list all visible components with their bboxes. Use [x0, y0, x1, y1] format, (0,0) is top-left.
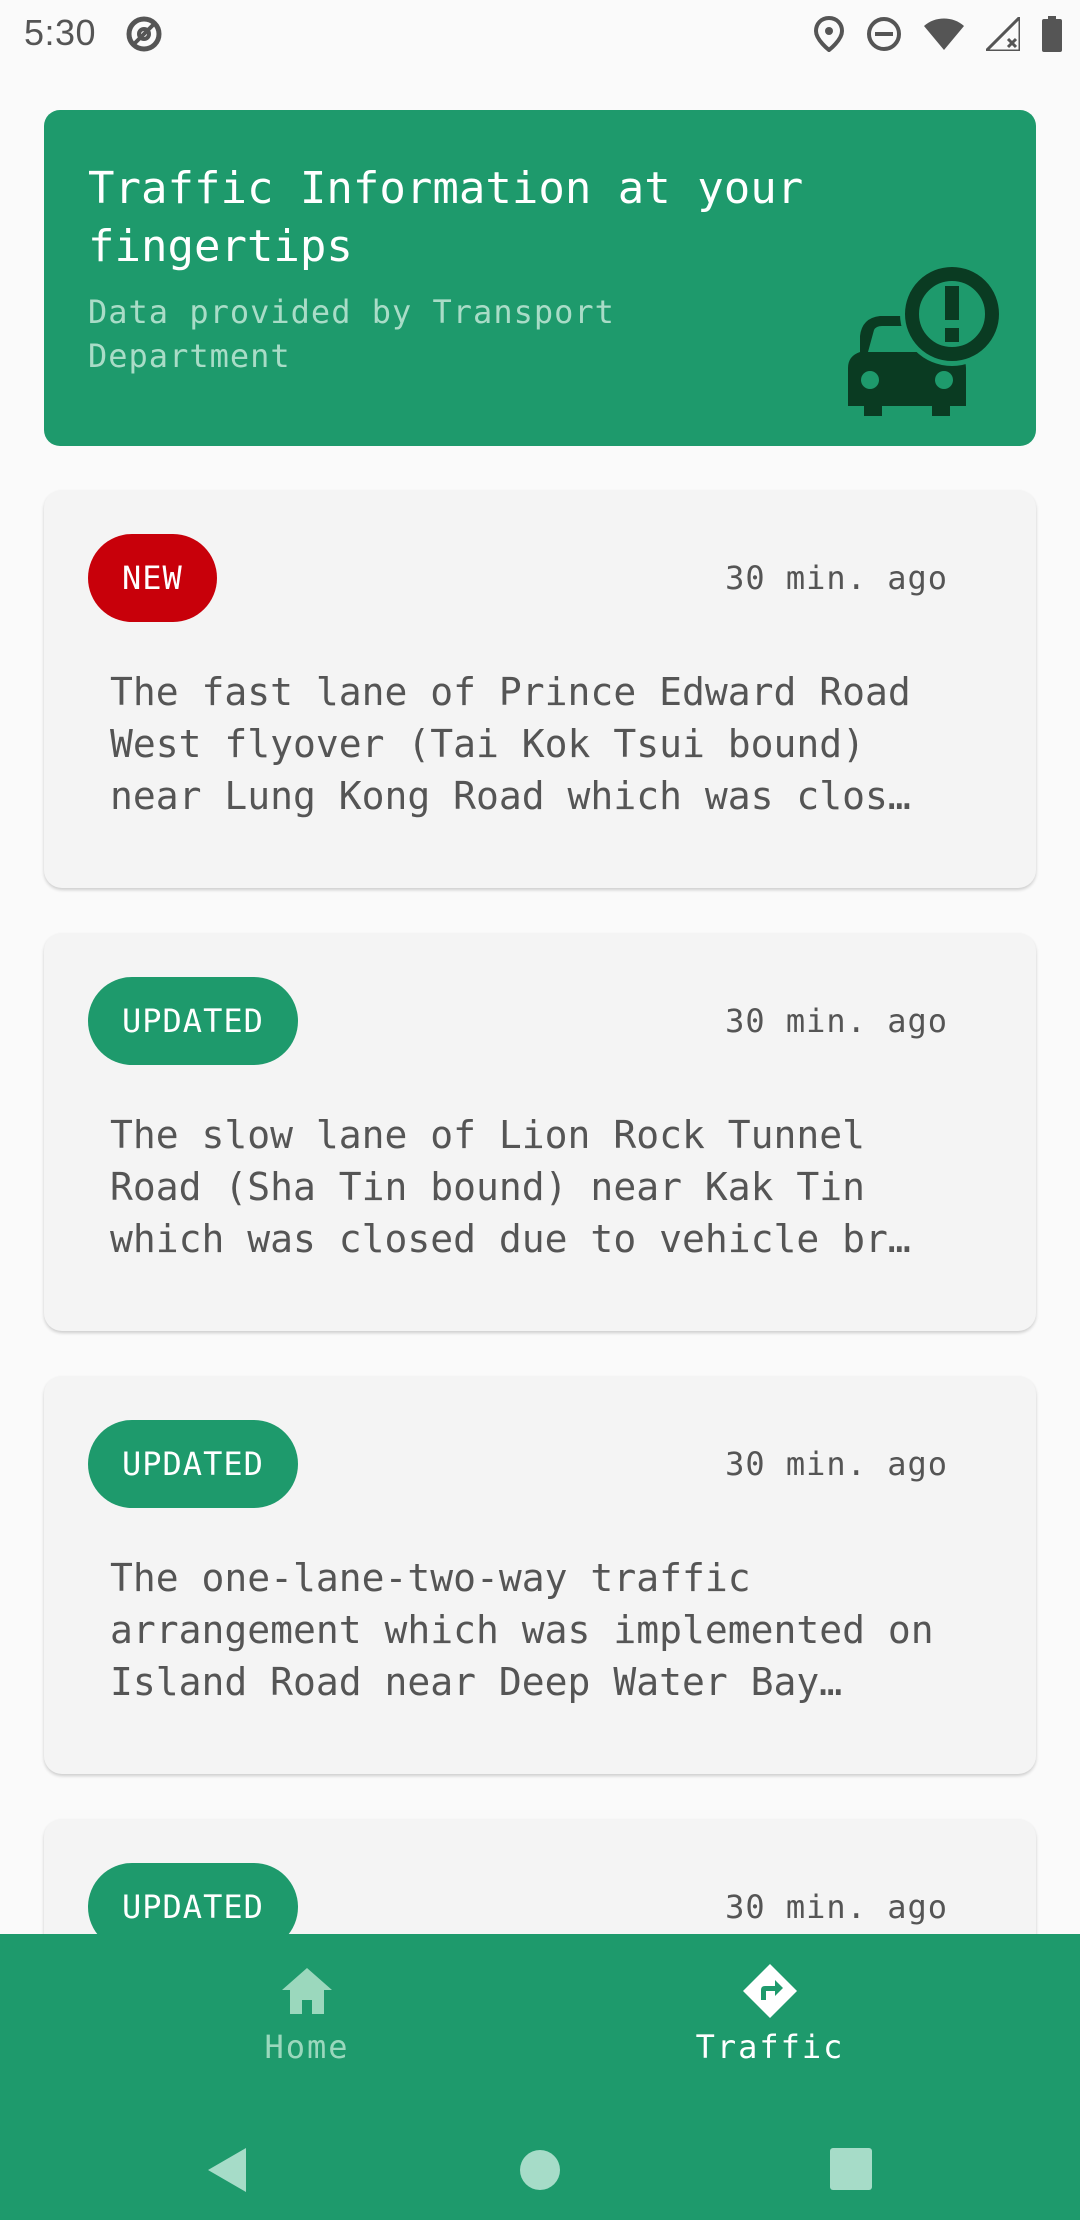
card-timestamp: 30 min. ago [725, 1002, 948, 1040]
nav-label-home: Home [264, 2028, 350, 2066]
banner-subtitle: Data provided by Transport Department [88, 293, 615, 375]
nav-item-traffic[interactable]: Traffic [620, 1962, 920, 2066]
card-description: The slow lane of Lion Rock Tunnel Road (… [110, 1113, 911, 1261]
signal-icon [986, 17, 1020, 51]
status-badge: UPDATED [88, 977, 298, 1065]
location-icon [814, 16, 844, 52]
at-sign-icon [126, 16, 162, 52]
back-icon[interactable] [198, 2140, 258, 2200]
status-badge: NEW [88, 534, 217, 622]
directions-icon [743, 1964, 797, 2018]
nav-label-traffic: Traffic [695, 2028, 845, 2066]
wifi-icon [924, 18, 964, 50]
home-button-icon[interactable] [510, 2140, 570, 2200]
do-not-disturb-icon [867, 17, 901, 51]
card-description: The fast lane of Prince Edward Road West… [110, 670, 911, 818]
header-banner: Traffic Information at your fingertips D… [44, 110, 1036, 446]
battery-icon [1042, 16, 1062, 52]
card-timestamp: 30 min. ago [725, 559, 948, 597]
incident-card[interactable]: UPDATED 30 min. ago The slow lane of Lio… [44, 933, 1036, 1331]
status-time: 5:30 [24, 12, 97, 53]
status-bar: 5:30 [0, 0, 1080, 66]
home-icon [282, 1968, 332, 2014]
card-timestamp: 30 min. ago [725, 1445, 948, 1483]
card-description: The one-lane-two-way traffic arrangement… [110, 1556, 934, 1704]
nav-item-home[interactable]: Home [157, 1962, 457, 2066]
status-badge: UPDATED [88, 1420, 298, 1508]
incident-card[interactable]: NEW 30 min. ago The fast lane of Prince … [44, 490, 1036, 888]
recents-icon[interactable] [822, 2140, 882, 2200]
bottom-navigation: Home Traffic [0, 1934, 1080, 2220]
status-icons [814, 14, 1062, 54]
system-navigation-bar [0, 2120, 1080, 2220]
incident-card[interactable]: UPDATED 30 min. ago The one-lane-two-way… [44, 1376, 1036, 1774]
car-alert-icon [848, 262, 1004, 416]
banner-title: Traffic Information at your fingertips [88, 163, 804, 272]
